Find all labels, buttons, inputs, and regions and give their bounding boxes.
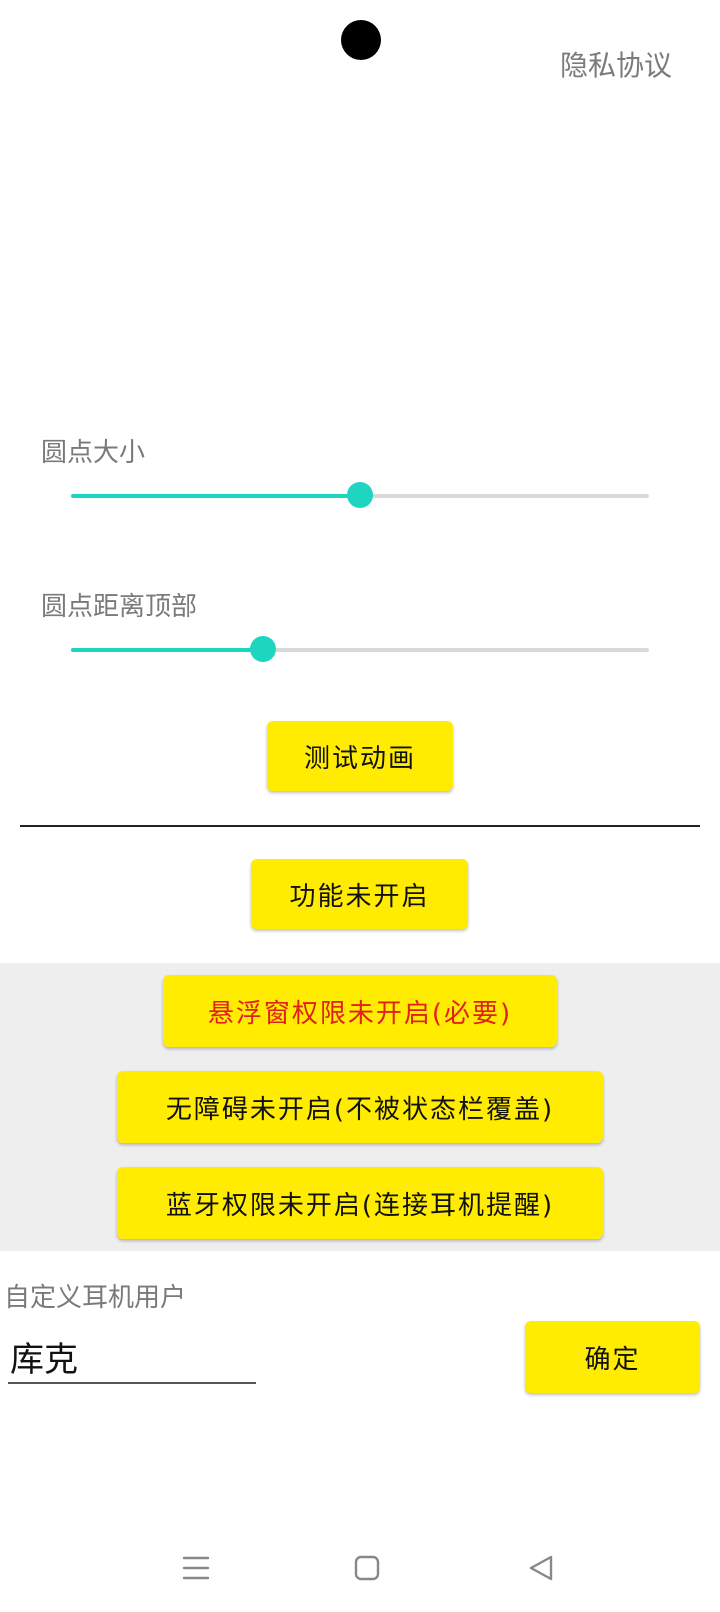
dot-size-slider-thumb[interactable]: [347, 482, 373, 508]
bluetooth-permission-button[interactable]: 蓝牙权限未开启(连接耳机提醒): [117, 1167, 603, 1239]
dot-top-distance-slider-fill: [71, 648, 264, 652]
camera-cutout: [341, 20, 381, 60]
back-triangle-icon[interactable]: [525, 1553, 557, 1583]
confirm-button[interactable]: 确定: [525, 1321, 700, 1393]
dot-top-distance-label: 圆点距离顶部: [41, 592, 198, 622]
feature-status-button[interactable]: 功能未开启: [251, 859, 468, 929]
divider: [20, 825, 700, 827]
dot-size-slider[interactable]: [71, 482, 649, 508]
accessibility-button[interactable]: 无障碍未开启(不被状态栏覆盖): [117, 1071, 603, 1143]
custom-earphone-user-label: 自定义耳机用户: [4, 1283, 187, 1313]
dot-size-label: 圆点大小: [41, 438, 146, 468]
overlay-permission-button[interactable]: 悬浮窗权限未开启(必要): [163, 975, 557, 1047]
dot-size-slider-fill: [71, 494, 360, 498]
privacy-policy-link[interactable]: 隐私协议: [560, 44, 672, 84]
home-square-icon[interactable]: [352, 1553, 382, 1583]
test-animation-button[interactable]: 测试动画: [267, 721, 453, 791]
custom-user-name-input[interactable]: [8, 1330, 256, 1384]
dot-top-distance-slider[interactable]: [71, 636, 649, 662]
dot-top-distance-slider-thumb[interactable]: [250, 636, 277, 662]
menu-icon[interactable]: [180, 1552, 212, 1584]
